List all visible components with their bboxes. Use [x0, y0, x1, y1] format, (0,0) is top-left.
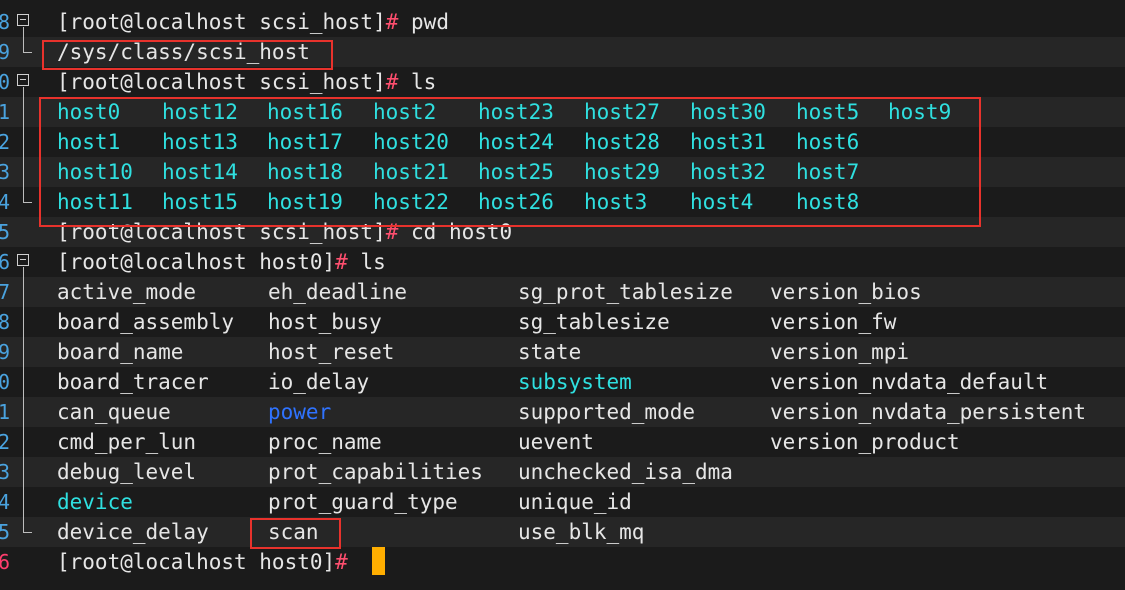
terminal-line: 3 debug_level prot_capabilities unchecked_i… [0, 457, 1125, 487]
command-line: [root@localhost host0]# [57, 547, 348, 577]
terminal-line: 2 cmd_per_lun proc_name uevent version_produ… [0, 427, 1125, 457]
file-entry: io_delay [268, 370, 370, 394]
file-entry: uevent [518, 430, 594, 454]
file-entry: eh_deadline [268, 280, 408, 304]
line-number: 6 [0, 250, 10, 274]
line-number: 2 [0, 130, 10, 154]
terminal-line: 7 active_mode eh_deadline sg_prot_tablesize… [0, 277, 1125, 307]
terminal-line: 1 can_queue power supported_mode version_nvd… [0, 397, 1125, 427]
file-entry: device [57, 490, 133, 514]
file-entry: board_name [57, 340, 184, 364]
terminal-line: 5 device_delay scan use_blk_mq [0, 517, 1125, 547]
line-number: 0 [0, 70, 10, 94]
terminal-line: 0 board_tracer io_delay subsystem version_nv… [0, 367, 1125, 397]
shell-prompt: [root@localhost host0] [57, 550, 336, 574]
line-number: 8 [0, 310, 10, 334]
file-entry: power [268, 400, 332, 424]
text-cursor [372, 547, 385, 575]
prompt-hash: # [385, 70, 399, 94]
shell-prompt: [root@localhost host0] [57, 250, 336, 274]
prompt-hash: # [385, 10, 399, 34]
fold-guide-line [23, 27, 24, 52]
shell-command: ls [347, 250, 386, 274]
file-entry: version_nvdata_persistent [770, 400, 1087, 424]
fold-toggle-icon[interactable] [17, 254, 29, 266]
line-number: 4 [0, 490, 10, 514]
line-number: 3 [0, 160, 10, 184]
file-entry: version_nvdata_default [770, 370, 1049, 394]
prompt-hash: # [335, 250, 348, 274]
file-entry: version_mpi [770, 340, 910, 364]
file-entry: supported_mode [518, 400, 696, 424]
terminal-line: 9 board_name host_reset state version_mpi [0, 337, 1125, 367]
prompt-hash: # [335, 550, 348, 574]
terminal-line: 6 [root@localhost host0]# ls [0, 247, 1125, 277]
terminal-line: 8 [root@localhost scsi_host]# pwd [0, 7, 1125, 37]
line-number: 7 [0, 280, 10, 304]
file-entry: use_blk_mq [518, 520, 645, 544]
line-number: 8 [0, 10, 10, 34]
terminal-line: 4 device prot_guard_type unique_id [0, 487, 1125, 517]
file-entry: unchecked_isa_dma [518, 460, 733, 484]
file-entry: version_bios [770, 280, 922, 304]
file-entry: sg_prot_tablesize [518, 280, 733, 304]
file-entry: cmd_per_lun [57, 430, 197, 454]
line-number: 4 [0, 190, 10, 214]
terminal-line: 0 [root@localhost scsi_host]# ls [0, 67, 1125, 97]
file-entry: device_delay [57, 520, 209, 544]
line-number: 3 [0, 460, 10, 484]
fold-toggle-icon[interactable] [17, 14, 29, 26]
highlight-scan-file [250, 518, 341, 549]
file-entry: host_busy [268, 310, 382, 334]
shell-prompt: [root@localhost scsi_host] [57, 70, 386, 94]
shell-command: pwd [398, 10, 449, 34]
file-entry: board_assembly [57, 310, 235, 334]
line-number: 5 [0, 520, 10, 544]
file-entry: unique_id [518, 490, 632, 514]
command-line: [root@localhost scsi_host]# ls [57, 67, 436, 97]
line-number: 6 [0, 550, 10, 574]
fold-guide-line [23, 87, 24, 202]
shell-command: ls [398, 70, 437, 94]
file-entry: prot_guard_type [268, 490, 458, 514]
line-number: 9 [0, 340, 10, 364]
shell-prompt: [root@localhost scsi_host] [57, 10, 386, 34]
file-entry: proc_name [268, 430, 382, 454]
fold-guide-end [23, 52, 32, 53]
command-line: [root@localhost scsi_host]# pwd [57, 7, 449, 37]
highlight-pwd-output [42, 40, 333, 70]
file-entry: prot_capabilities [268, 460, 483, 484]
file-entry: can_queue [57, 400, 171, 424]
line-number: 1 [0, 400, 10, 424]
file-entry: version_fw [770, 310, 897, 334]
command-line: [root@localhost host0]# ls [57, 247, 386, 277]
file-entry: version_product [770, 430, 960, 454]
file-entry: debug_level [57, 460, 197, 484]
fold-guide-end [23, 202, 32, 203]
line-number: 0 [0, 370, 10, 394]
highlight-host-list [39, 97, 981, 227]
terminal-line: 8 board_assembly host_busy sg_tablesize vers… [0, 307, 1125, 337]
file-entry: active_mode [57, 280, 197, 304]
fold-toggle-icon[interactable] [17, 74, 29, 86]
terminal-line: 6 [root@localhost host0]# [0, 547, 1125, 577]
line-number: 2 [0, 430, 10, 454]
file-entry: subsystem [518, 370, 632, 394]
fold-guide-line [23, 267, 24, 532]
file-entry: sg_tablesize [518, 310, 670, 334]
fold-guide-end [23, 532, 32, 533]
line-number: 1 [0, 100, 10, 124]
file-entry: board_tracer [57, 370, 209, 394]
file-entry: host_reset [268, 340, 395, 364]
line-number: 5 [0, 220, 10, 244]
file-entry: state [518, 340, 582, 364]
line-number: 9 [0, 40, 10, 64]
